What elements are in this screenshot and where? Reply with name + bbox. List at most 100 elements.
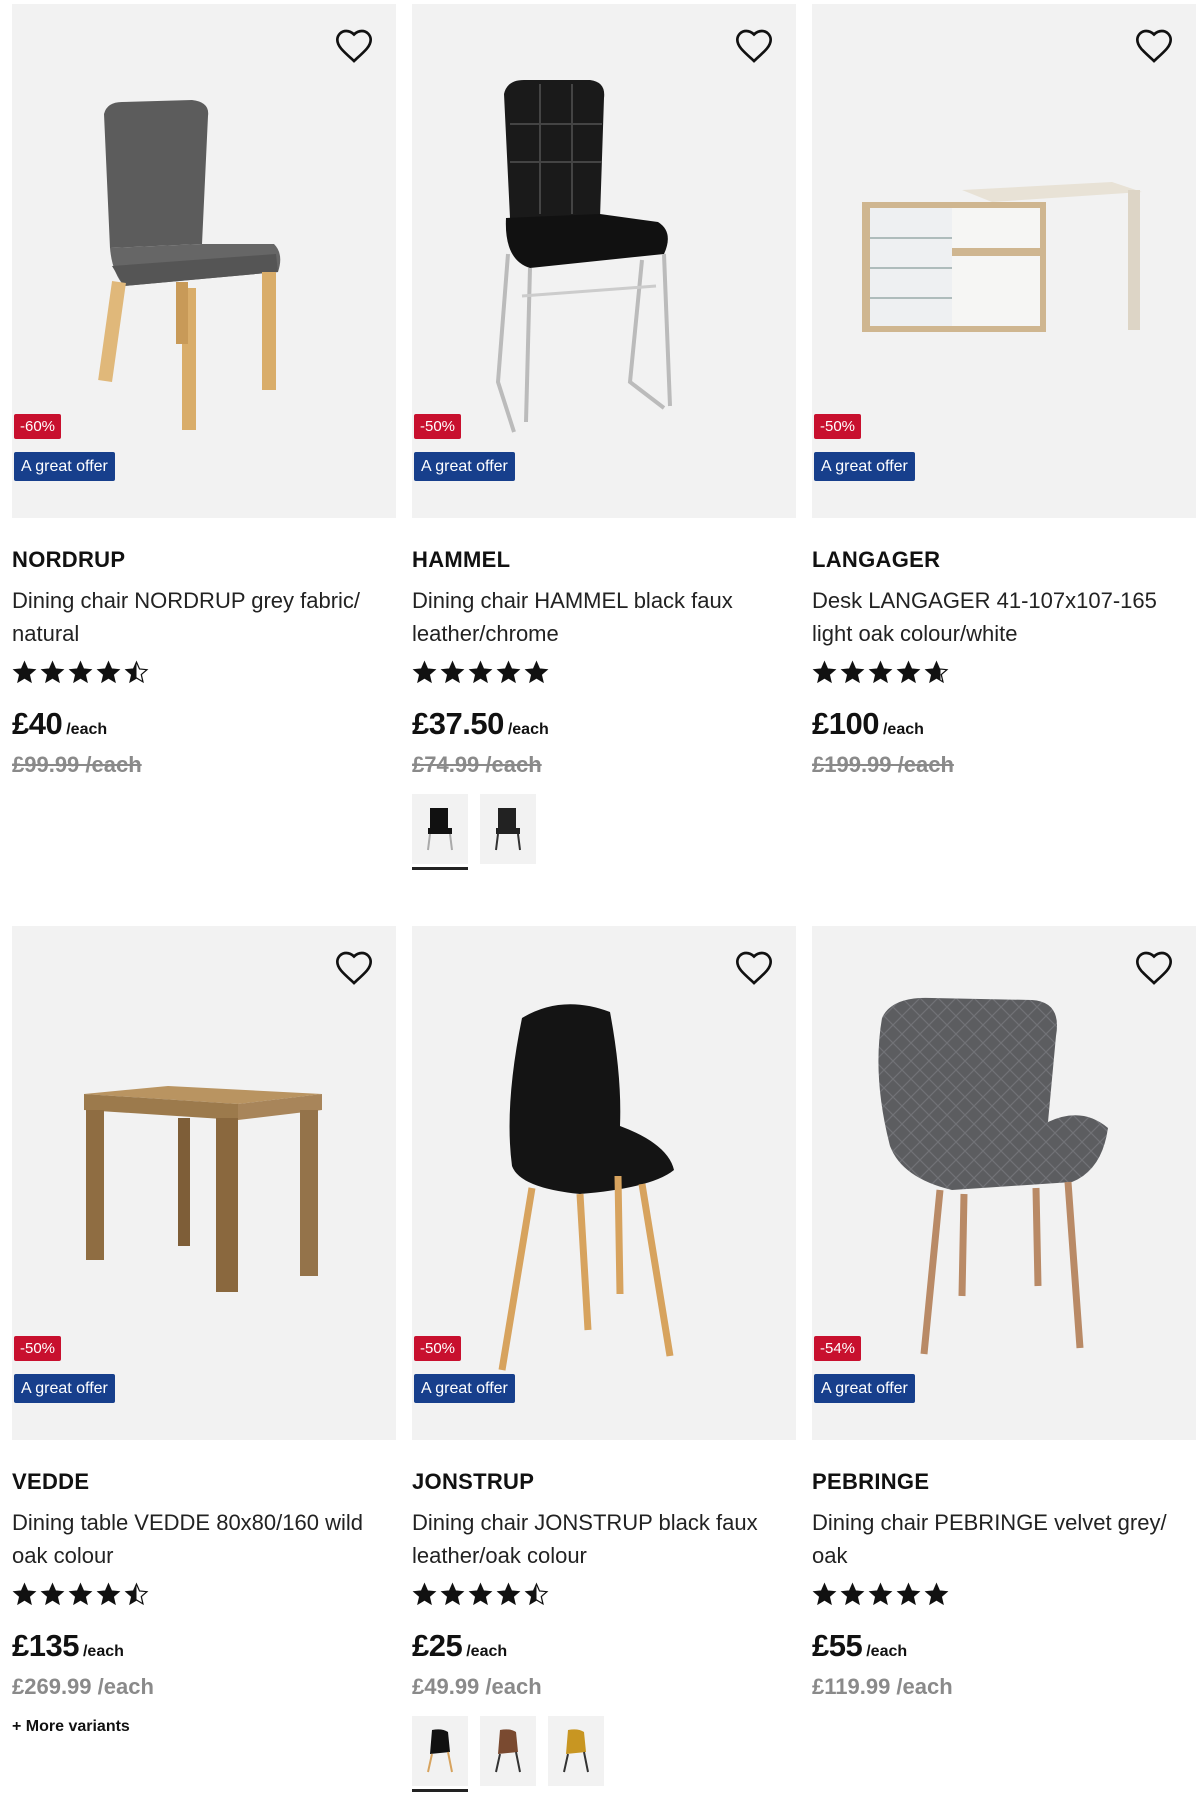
product-card-hammel[interactable]: -50% A great offer HAMMEL Dining chair H…	[412, 4, 796, 870]
chair-thumbnail-icon	[495, 808, 521, 851]
star-full-icon	[496, 1582, 521, 1606]
star-full-icon	[68, 1582, 93, 1606]
offer-badge: A great offer	[814, 1374, 915, 1403]
wishlist-heart-icon[interactable]	[334, 948, 374, 988]
star-full-icon	[96, 660, 121, 684]
rating-stars	[12, 1582, 396, 1610]
product-card-vedde[interactable]: -50% A great offer VEDDE Dining table VE…	[12, 926, 396, 1736]
wishlist-heart-icon[interactable]	[734, 948, 774, 988]
star-full-icon	[40, 1582, 65, 1606]
product-description[interactable]: Dining chair PEBRINGE velvet grey/ oak	[812, 1506, 1196, 1572]
old-price: £199.99 /each	[812, 752, 954, 777]
product-card-langager[interactable]: -50% A great offer LANGAGER Desk LANGAGE…	[812, 4, 1196, 782]
star-half-icon	[124, 660, 149, 684]
product-image-black-shell-chair	[498, 1004, 674, 1371]
star-full-icon	[412, 660, 437, 684]
price-unit: /each	[82, 1643, 124, 1660]
star-full-icon	[868, 660, 893, 684]
rating-stars	[812, 1582, 1196, 1610]
product-image-area[interactable]: -50% A great offer	[412, 926, 796, 1440]
discount-badge: -54%	[814, 1336, 862, 1361]
star-half-icon	[924, 660, 949, 684]
chair-thumbnail-icon	[427, 808, 453, 851]
star-full-icon	[68, 660, 93, 684]
discount-badge: -50%	[814, 414, 862, 439]
product-brand[interactable]: VEDDE	[12, 1468, 396, 1496]
variant-yellow[interactable]	[548, 1716, 604, 1792]
price-row: £40 /each	[12, 706, 396, 744]
star-full-icon	[496, 660, 521, 684]
old-price: £49.99 /each	[412, 1674, 542, 1699]
product-image-area[interactable]: -54% A great offer	[812, 926, 1196, 1440]
product-card-pebringe[interactable]: -54% A great offer PEBRINGE Dining chair…	[812, 926, 1196, 1704]
offer-badge: A great offer	[14, 1374, 115, 1403]
product-description[interactable]: Dining chair HAMMEL black faux leather/c…	[412, 584, 796, 650]
product-image-desk	[862, 182, 1142, 332]
rating-stars	[12, 660, 396, 688]
variant-brown[interactable]	[480, 1716, 536, 1792]
star-full-icon	[40, 660, 65, 684]
current-price: £135	[12, 1628, 79, 1663]
star-full-icon	[524, 660, 549, 684]
discount-badge: -60%	[14, 414, 62, 439]
old-price: £99.99 /each	[12, 752, 142, 777]
current-price: £55	[812, 1628, 863, 1663]
star-half-icon	[124, 1582, 149, 1606]
star-full-icon	[96, 1582, 121, 1606]
product-brand[interactable]: JONSTRUP	[412, 1468, 796, 1496]
product-brand[interactable]: NORDRUP	[12, 546, 396, 574]
variant-black[interactable]	[412, 1716, 468, 1792]
star-full-icon	[12, 1582, 37, 1606]
price-unit: /each	[66, 721, 108, 738]
current-price: £37.50	[412, 706, 504, 741]
star-full-icon	[468, 660, 493, 684]
wishlist-heart-icon[interactable]	[734, 26, 774, 66]
product-image-area[interactable]: -50% A great offer	[12, 926, 396, 1440]
product-description[interactable]: Dining chair JONSTRUP black faux leather…	[412, 1506, 796, 1572]
price-unit: /each	[866, 1643, 908, 1660]
wishlist-heart-icon[interactable]	[334, 26, 374, 66]
star-full-icon	[440, 1582, 465, 1606]
old-price: £74.99 /each	[412, 752, 542, 777]
discount-badge: -50%	[414, 1336, 462, 1361]
product-image-area[interactable]: -60% A great offer	[12, 4, 396, 518]
star-full-icon	[468, 1582, 493, 1606]
price-unit: /each	[466, 1643, 508, 1660]
price-row: £25 /each	[412, 1628, 796, 1666]
price-row: £37.50 /each	[412, 706, 796, 744]
star-full-icon	[924, 1582, 949, 1606]
old-price: £119.99 /each	[812, 1674, 953, 1699]
offer-badge: A great offer	[14, 452, 115, 481]
product-description[interactable]: Dining chair NORDRUP grey fabric/ natura…	[12, 584, 396, 650]
product-description[interactable]: Desk LANGAGER 41-107x107-165 light oak c…	[812, 584, 1196, 650]
more-variants-link[interactable]: + More variants	[12, 1718, 396, 1736]
rating-stars	[812, 660, 1196, 688]
price-unit: /each	[882, 721, 924, 738]
star-full-icon	[868, 1582, 893, 1606]
product-brand[interactable]: HAMMEL	[412, 546, 796, 574]
star-full-icon	[896, 1582, 921, 1606]
product-image-area[interactable]: -50% A great offer	[812, 4, 1196, 518]
price-unit: /each	[507, 721, 549, 738]
star-full-icon	[412, 1582, 437, 1606]
product-description[interactable]: Dining table VEDDE 80x80/160 wild oak co…	[12, 1506, 396, 1572]
variant-black-chrome[interactable]	[412, 794, 468, 870]
product-card-jonstrup[interactable]: -50% A great offer JONSTRUP Dining chair…	[412, 926, 796, 1792]
star-full-icon	[840, 1582, 865, 1606]
price-row: £100 /each	[812, 706, 1196, 744]
product-brand[interactable]: PEBRINGE	[812, 1468, 1196, 1496]
product-image-velvet-chair	[878, 997, 1108, 1355]
variant-black-black[interactable]	[480, 794, 536, 870]
wishlist-heart-icon[interactable]	[1134, 948, 1174, 988]
product-brand[interactable]: LANGAGER	[812, 546, 1196, 574]
chair-thumbnail-icon	[495, 1729, 521, 1773]
product-image-area[interactable]: -50% A great offer	[412, 4, 796, 518]
price-row: £55 /each	[812, 1628, 1196, 1666]
price-row: £135 /each	[12, 1628, 396, 1666]
star-full-icon	[896, 660, 921, 684]
old-price: £269.99 /each	[12, 1674, 154, 1699]
product-card-nordrup[interactable]: -60% A great offer NORDRUP Dining chair …	[12, 4, 396, 782]
wishlist-heart-icon[interactable]	[1134, 26, 1174, 66]
star-full-icon	[812, 1582, 837, 1606]
discount-badge: -50%	[414, 414, 462, 439]
